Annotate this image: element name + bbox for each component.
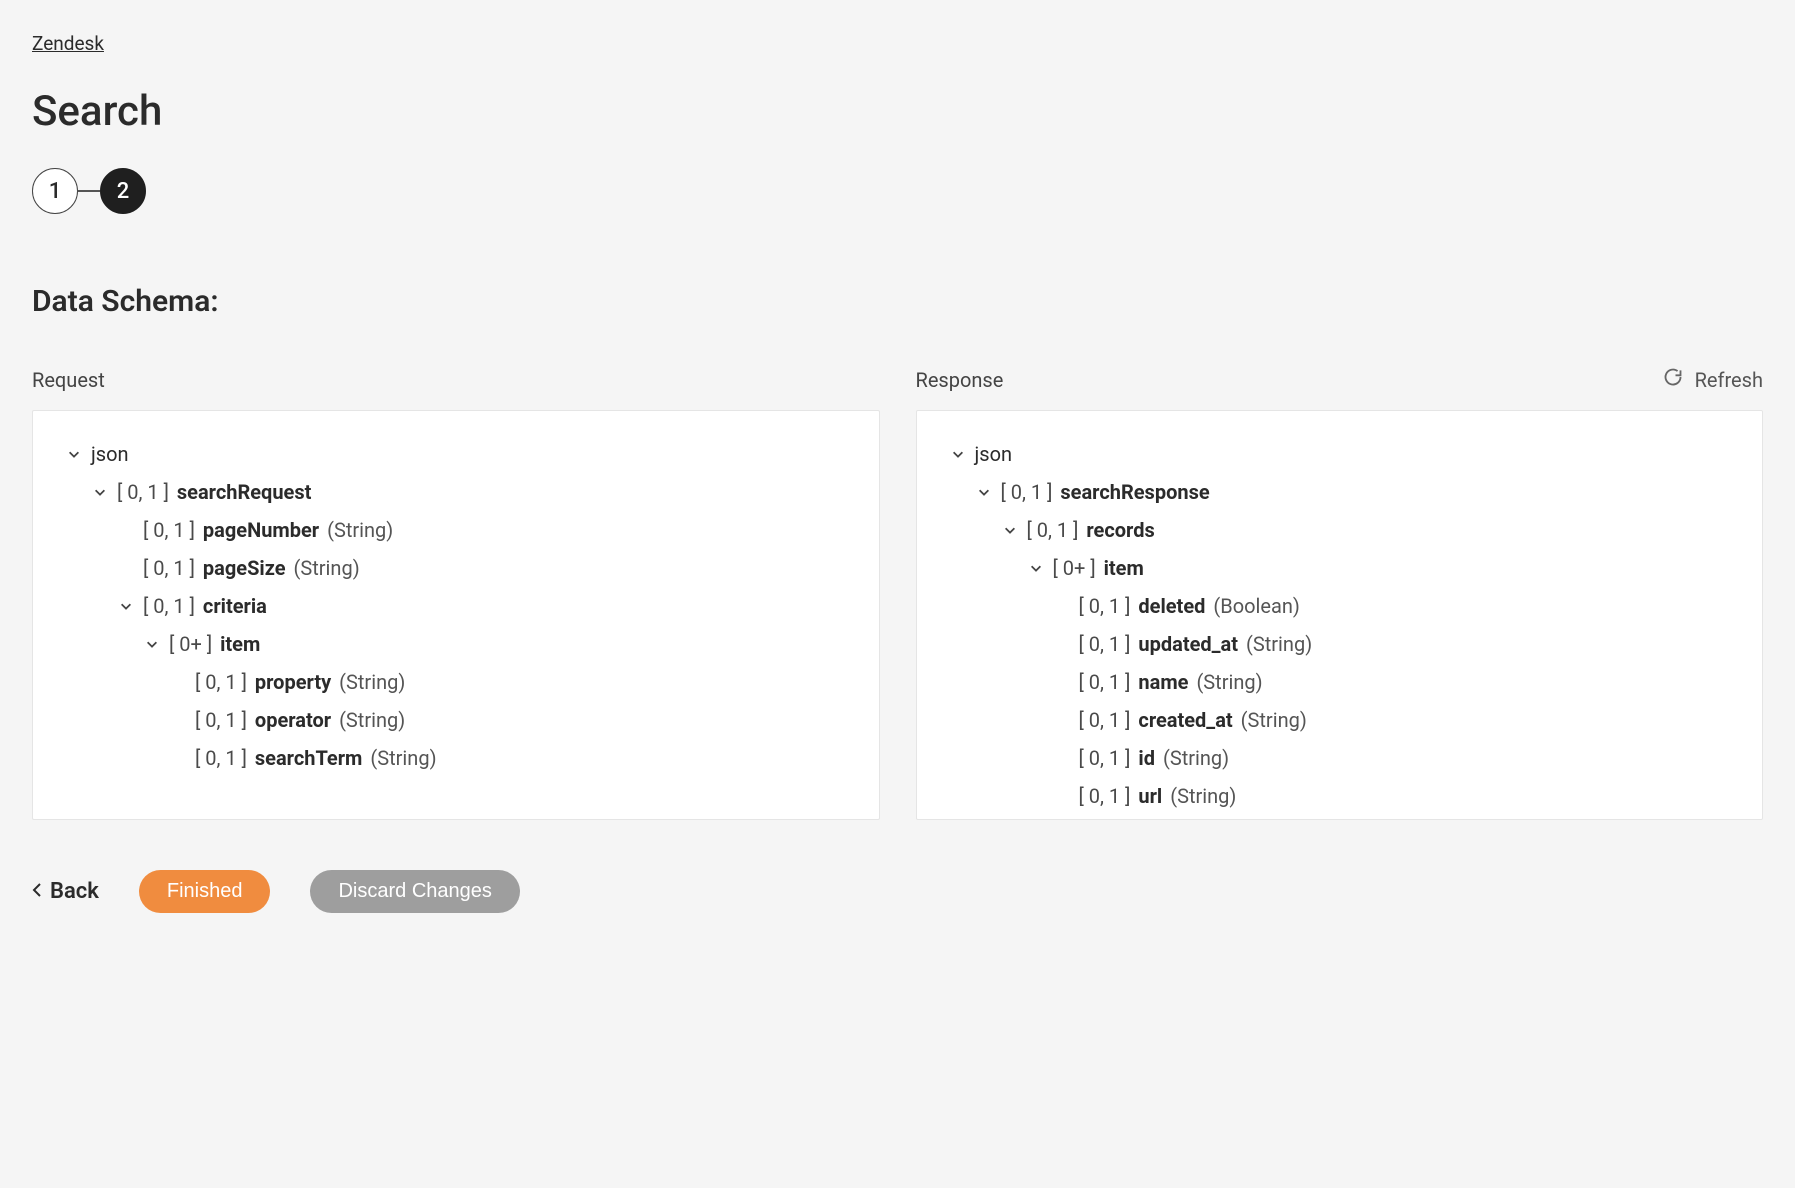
field-type: (String): [339, 706, 405, 734]
step-2[interactable]: 2: [100, 168, 146, 214]
field-type: (String): [370, 744, 436, 772]
cardinality: [ 0, 1 ]: [1079, 668, 1131, 696]
field-name: searchTerm: [255, 744, 362, 772]
cardinality: [ 0, 1 ]: [1027, 516, 1079, 544]
tree-row: [ 0, 1 ] deleted (Boolean): [949, 587, 1731, 625]
field-type: (String): [1163, 744, 1229, 772]
chevron-down-icon[interactable]: [117, 599, 135, 613]
field-type: (String): [339, 668, 405, 696]
field-type: (String): [1246, 630, 1312, 658]
tree-row: [ 0, 1 ] id (String): [949, 739, 1731, 777]
cardinality: [ 0, 1 ]: [195, 744, 247, 772]
cardinality: [ 0, 1 ]: [1001, 478, 1053, 506]
discard-changes-button[interactable]: Discard Changes: [310, 870, 519, 913]
tree-row: [ 0, 1 ] searchTerm (String): [65, 739, 847, 777]
tree-row[interactable]: [ 0, 1 ] searchRequest: [65, 473, 847, 511]
tree-row[interactable]: [ 0, 1 ] searchResponse: [949, 473, 1731, 511]
field-type: (String): [1241, 706, 1307, 734]
cardinality: [ 0, 1 ]: [1079, 706, 1131, 734]
chevron-down-icon[interactable]: [949, 447, 967, 461]
field-type: (String): [1170, 782, 1236, 810]
cardinality: [ 0+ ]: [1053, 554, 1096, 582]
field-name: created_at: [1138, 706, 1232, 734]
cardinality: [ 0, 1 ]: [1079, 592, 1131, 620]
response-schema-panel[interactable]: json[ 0, 1 ] searchResponse[ 0, 1 ] reco…: [916, 410, 1764, 820]
field-name: records: [1086, 516, 1154, 544]
field-type: (String): [327, 516, 393, 544]
chevron-left-icon: [32, 879, 42, 904]
tree-row[interactable]: json: [65, 435, 847, 473]
cardinality: [ 0, 1 ]: [1079, 630, 1131, 658]
field-name: deleted: [1138, 592, 1205, 620]
cardinality: [ 0, 1 ]: [195, 668, 247, 696]
field-name: searchResponse: [1060, 478, 1209, 506]
data-schema-heading: Data Schema:: [32, 284, 1763, 319]
chevron-down-icon[interactable]: [975, 485, 993, 499]
tree-row: [ 0, 1 ] operator (String): [65, 701, 847, 739]
field-type: (Boolean): [1213, 592, 1299, 620]
field-name: operator: [255, 706, 331, 734]
tree-row[interactable]: [ 0+ ] item: [949, 549, 1731, 587]
field-name: item: [1104, 554, 1144, 582]
request-column-label: Request: [32, 368, 880, 392]
page-title: Search: [32, 87, 1763, 136]
tree-row: [ 0, 1 ] created_at (String): [949, 701, 1731, 739]
refresh-label: Refresh: [1695, 368, 1763, 392]
cardinality: [ 0+ ]: [169, 630, 212, 658]
response-column-label: Response: [916, 368, 1004, 392]
tree-row[interactable]: [ 0, 1 ] records: [949, 511, 1731, 549]
tree-row: [ 0, 1 ] pageSize (String): [65, 549, 847, 587]
refresh-icon: [1663, 367, 1683, 392]
field-name: url: [1138, 782, 1162, 810]
back-button[interactable]: Back: [32, 879, 99, 904]
field-name: json: [91, 440, 129, 468]
field-name: id: [1138, 744, 1155, 772]
tree-row: [ 0, 1 ] name (String): [949, 663, 1731, 701]
chevron-down-icon[interactable]: [65, 447, 83, 461]
back-label: Back: [50, 879, 99, 904]
stepper: 1 2: [32, 168, 1763, 214]
tree-row: [ 0, 1 ] url (String): [949, 777, 1731, 815]
breadcrumb-link[interactable]: Zendesk: [32, 32, 104, 55]
chevron-down-icon[interactable]: [1001, 523, 1019, 537]
tree-row[interactable]: json: [949, 435, 1731, 473]
tree-row: [ 0, 1 ] pageNumber (String): [65, 511, 847, 549]
tree-row[interactable]: [ 0+ ] item: [65, 625, 847, 663]
field-type: (String): [294, 554, 360, 582]
step-connector: [78, 190, 100, 192]
field-name: property: [255, 668, 331, 696]
field-name: criteria: [203, 592, 267, 620]
field-name: pageNumber: [203, 516, 319, 544]
tree-row[interactable]: [ 0, 1 ] criteria: [65, 587, 847, 625]
field-name: updated_at: [1138, 630, 1238, 658]
tree-row: [ 0, 1 ] updated_at (String): [949, 625, 1731, 663]
refresh-button[interactable]: Refresh: [1663, 367, 1763, 392]
cardinality: [ 0, 1 ]: [117, 478, 169, 506]
cardinality: [ 0, 1 ]: [143, 554, 195, 582]
cardinality: [ 0, 1 ]: [1079, 782, 1131, 810]
cardinality: [ 0, 1 ]: [143, 592, 195, 620]
tree-row: [ 0, 1 ] property (String): [65, 663, 847, 701]
field-name: pageSize: [203, 554, 286, 582]
field-name: name: [1138, 668, 1188, 696]
chevron-down-icon[interactable]: [1027, 561, 1045, 575]
cardinality: [ 0, 1 ]: [195, 706, 247, 734]
field-name: searchRequest: [177, 478, 311, 506]
request-schema-panel[interactable]: json[ 0, 1 ] searchRequest[ 0, 1 ] pageN…: [32, 410, 880, 820]
finished-button[interactable]: Finished: [139, 870, 271, 913]
chevron-down-icon[interactable]: [143, 637, 161, 651]
tree-row: [ 0, 1 ] nextPage (String): [949, 815, 1731, 820]
chevron-down-icon[interactable]: [91, 485, 109, 499]
field-name: item: [220, 630, 260, 658]
cardinality: [ 0, 1 ]: [1079, 744, 1131, 772]
field-name: json: [975, 440, 1013, 468]
cardinality: [ 0, 1 ]: [143, 516, 195, 544]
step-1[interactable]: 1: [32, 168, 78, 214]
field-type: (String): [1196, 668, 1262, 696]
